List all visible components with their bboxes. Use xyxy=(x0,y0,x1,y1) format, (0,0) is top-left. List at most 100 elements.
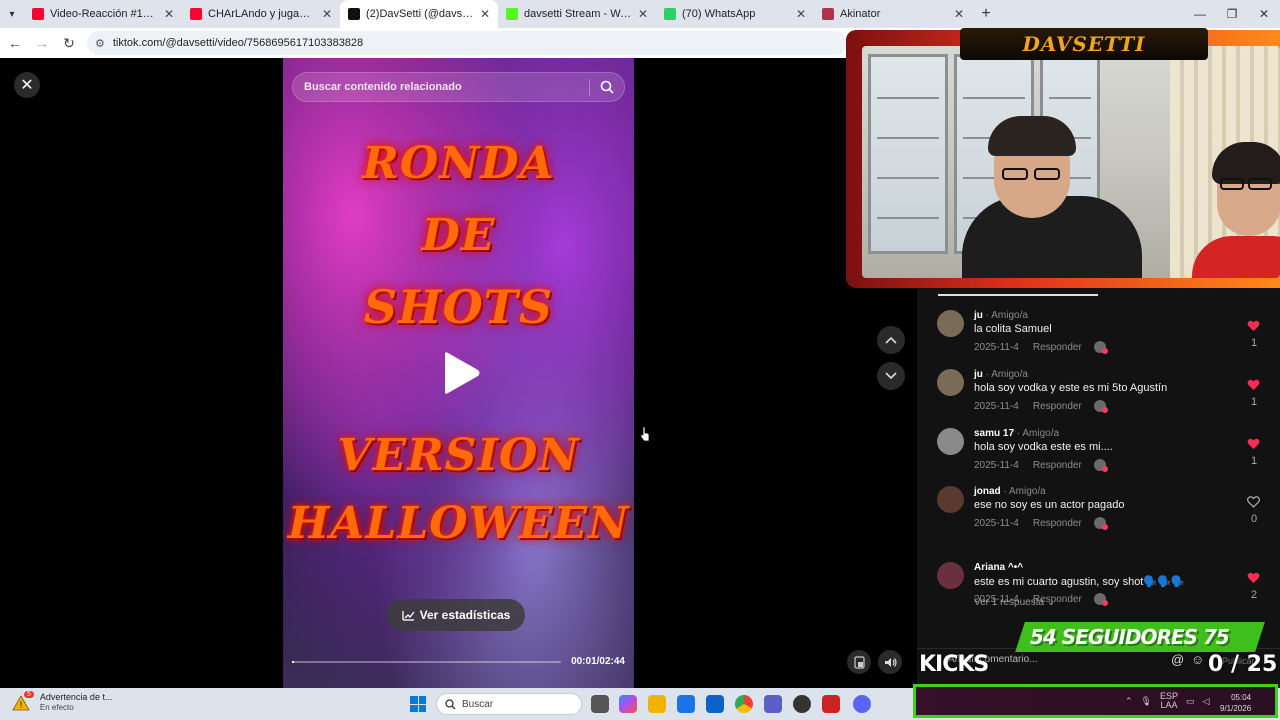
avatar[interactable] xyxy=(937,369,964,396)
comment-relation: · Amigo/a xyxy=(1016,428,1060,439)
reload-button[interactable]: ↻ xyxy=(57,31,81,55)
microphone-icon[interactable]: 🎙 xyxy=(1141,696,1152,707)
taskbar-search-label: Buscar xyxy=(462,698,494,710)
heart-icon[interactable] xyxy=(1247,320,1260,332)
forward-button[interactable]: → xyxy=(30,31,54,55)
heart-icon[interactable] xyxy=(1247,379,1260,391)
close-window-button[interactable]: ✕ xyxy=(1248,0,1280,28)
network-icon[interactable]: ▭ xyxy=(1186,696,1195,707)
comment-text: hola soy vodka y este es mi 5to Agustín xyxy=(974,382,1168,394)
taskbar-search[interactable]: Buscar xyxy=(436,693,582,715)
avatar[interactable] xyxy=(937,486,964,513)
maximize-button[interactable]: ❐ xyxy=(1216,0,1248,28)
heart-icon[interactable] xyxy=(1247,496,1260,508)
chevron-up-icon xyxy=(885,336,897,344)
related-search-input[interactable]: Buscar contenido relacionado xyxy=(292,72,625,102)
view-stats-button[interactable]: Ver estadísticas xyxy=(387,599,525,631)
new-tab-button[interactable]: + xyxy=(972,5,1000,23)
reply-button[interactable]: Responder xyxy=(1033,401,1082,412)
like-count: 0 xyxy=(1251,513,1258,525)
comment-relation: · Amigo/a xyxy=(985,369,1028,380)
reply-button[interactable]: Responder xyxy=(1033,460,1082,471)
like-count: 1 xyxy=(1251,455,1258,467)
close-tab-icon[interactable]: ✕ xyxy=(796,7,806,21)
copilot-icon[interactable] xyxy=(619,695,637,713)
tab-favicon-icon xyxy=(822,8,834,20)
volume-button[interactable] xyxy=(878,650,902,674)
store-icon[interactable] xyxy=(677,695,695,713)
heart-icon[interactable] xyxy=(1247,572,1260,584)
comment-text: la colita Samuel xyxy=(974,323,1052,335)
task-view-icon[interactable] xyxy=(591,695,609,713)
language-indicator[interactable]: ESP LAA xyxy=(1160,692,1178,710)
reply-button[interactable]: Responder xyxy=(1033,342,1082,353)
comment-username[interactable]: ju xyxy=(974,310,983,321)
browser-tab[interactable]: CHArLAndo y jugando - YouTub ✕ xyxy=(182,0,340,28)
browser-tab[interactable]: davsetti Stream - Watch Live on ✕ xyxy=(498,0,656,28)
emoji-icon[interactable]: ☺ xyxy=(1191,652,1204,667)
browser-tab[interactable]: (70) WhatsApp ✕ xyxy=(656,0,814,28)
heart-icon[interactable] xyxy=(1247,438,1260,450)
close-tab-icon[interactable]: ✕ xyxy=(480,7,490,21)
creator-like-icon xyxy=(1093,593,1108,606)
close-tab-icon[interactable]: ✕ xyxy=(638,7,648,21)
system-clock[interactable]: 05:04 9/1/2026 xyxy=(1220,692,1251,714)
play-icon[interactable] xyxy=(441,351,481,395)
avatar[interactable] xyxy=(937,562,964,589)
previous-video-button[interactable] xyxy=(877,326,905,354)
mail-icon[interactable] xyxy=(706,695,724,713)
video-text-line: SHOTS xyxy=(363,280,554,334)
tab-search-button[interactable]: ▾ xyxy=(0,0,24,28)
fridge-image xyxy=(868,54,948,254)
comment-header: jonad · Amigo/a xyxy=(974,486,1046,497)
address-bar[interactable]: ⚙ tiktok.com/@davsetti/video/75686956171… xyxy=(87,31,847,55)
tab-title: (2)DavSetti (@davsetti) | TikTok xyxy=(366,8,474,20)
comment-username[interactable]: samu 17 xyxy=(974,428,1014,439)
warning-widget[interactable]: ! 5 Advertencia de t... En efecto xyxy=(12,691,112,713)
app-icon[interactable] xyxy=(793,695,811,713)
close-tab-icon[interactable]: ✕ xyxy=(322,7,332,21)
comment-text: este es mi cuarto agustin, soy shot🗣️🗣️🗣… xyxy=(974,576,1185,588)
view-replies-link[interactable]: Ver 1 respuesta ⌄ xyxy=(974,597,1055,608)
avatar[interactable] xyxy=(937,310,964,337)
close-tab-icon[interactable]: ✕ xyxy=(954,7,964,21)
browser-tab[interactable]: (2)DavSetti (@davsetti) | TikTok ✕ xyxy=(340,0,498,28)
back-button[interactable]: ← xyxy=(3,31,27,55)
site-info-icon[interactable]: ⚙ xyxy=(95,37,105,50)
search-icon[interactable] xyxy=(600,80,614,94)
video-timecode: 00:01/02:44 xyxy=(571,656,625,667)
speaker-icon[interactable]: ◁ xyxy=(1203,696,1210,707)
teams-icon[interactable] xyxy=(764,695,782,713)
chevron-up-icon[interactable]: ⌃ xyxy=(1125,696,1133,707)
comment-username[interactable]: ju xyxy=(974,369,983,380)
minimize-button[interactable]: — xyxy=(1184,0,1216,28)
comment-item: Ariana ^•^ este es mi cuarto agustin, so… xyxy=(937,562,1277,618)
streamer-name-banner: DAVSETTI xyxy=(960,28,1208,60)
tab-title: davsetti Stream - Watch Live on xyxy=(524,8,632,20)
close-tab-icon[interactable]: ✕ xyxy=(164,7,174,21)
like-count: 2 xyxy=(1251,589,1258,601)
video-player[interactable]: Buscar contenido relacionado RONDA DE SH… xyxy=(283,58,634,688)
close-video-button[interactable]: ✕ xyxy=(14,72,40,98)
miniplayer-button[interactable] xyxy=(847,650,871,674)
comment-username[interactable]: jonad xyxy=(974,486,1001,497)
like-count: 1 xyxy=(1251,337,1258,349)
next-video-button[interactable] xyxy=(877,362,905,390)
creator-like-icon xyxy=(1093,400,1108,413)
video-text-line: HALLOWEEN xyxy=(287,498,630,549)
file-explorer-icon[interactable] xyxy=(648,695,666,713)
discord-icon[interactable] xyxy=(853,695,871,713)
chrome-icon[interactable] xyxy=(735,695,753,713)
avatar[interactable] xyxy=(937,428,964,455)
browser-tab[interactable]: Akinator ✕ xyxy=(814,0,972,28)
reply-button[interactable]: Responder xyxy=(1033,518,1082,529)
windows-start-icon[interactable] xyxy=(410,696,426,712)
comment-relation: · Amigo/a xyxy=(1003,486,1046,497)
comment-username[interactable]: Ariana ^•^ xyxy=(974,562,1023,573)
tab-title: Video-Reacción #151 YTPH - M xyxy=(50,8,158,20)
app-icon[interactable] xyxy=(822,695,840,713)
mention-icon[interactable]: @ xyxy=(1171,652,1184,667)
video-progress-bar[interactable] xyxy=(292,661,561,663)
comments-tab-indicator xyxy=(938,294,1098,296)
browser-tab[interactable]: Video-Reacción #151 YTPH - M ✕ xyxy=(24,0,182,28)
